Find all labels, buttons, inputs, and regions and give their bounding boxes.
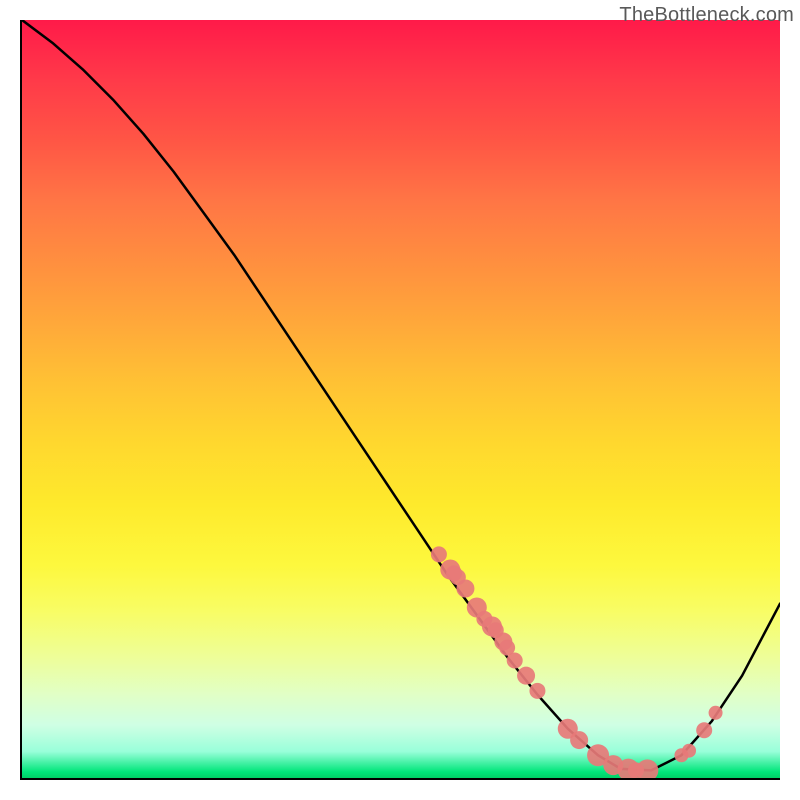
chart-svg (22, 20, 780, 778)
chart-container: TheBottleneck.com (0, 0, 800, 800)
watermark-text: TheBottleneck.com (619, 4, 794, 27)
curve-line (22, 20, 780, 770)
scatter-points (431, 546, 723, 778)
plot-area (20, 20, 780, 780)
